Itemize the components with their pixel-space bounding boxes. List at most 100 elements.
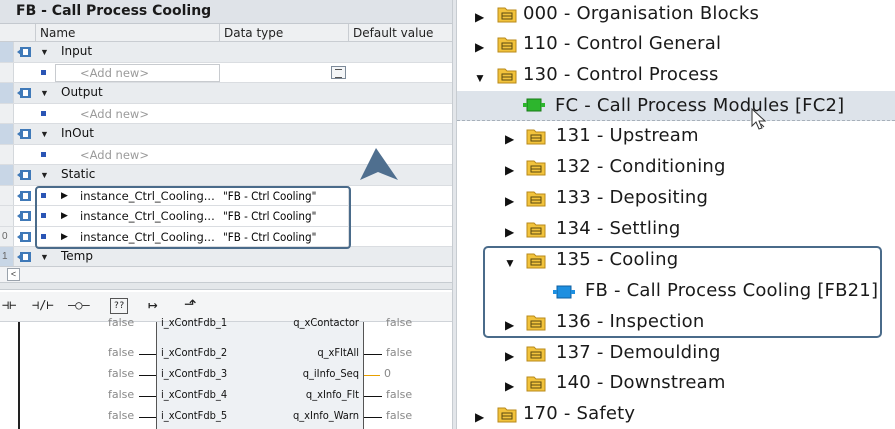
interface-icon xyxy=(17,170,31,180)
expand-arrow-icon[interactable]: ▶ xyxy=(505,132,514,146)
expand-arrow-icon[interactable]: ▶ xyxy=(475,410,484,424)
input-value[interactable]: false xyxy=(108,346,134,359)
folder-icon xyxy=(497,68,517,84)
output-value[interactable]: false xyxy=(386,316,412,329)
datatype-picker-button[interactable] xyxy=(331,65,346,79)
tree-item-fc-call-process-modules[interactable]: FC - Call Process Modules [FC2] xyxy=(457,91,895,121)
row-gutter[interactable]: 1 xyxy=(0,247,14,267)
expand-triangle-icon[interactable]: ▼ xyxy=(40,47,49,57)
row-gutter[interactable] xyxy=(0,185,14,205)
expand-arrow-icon[interactable]: ▶ xyxy=(505,349,514,363)
expand-arrow-icon[interactable]: ▶ xyxy=(505,225,514,239)
expand-arrow-icon[interactable]: ▶ xyxy=(475,10,484,24)
row-gutter[interactable] xyxy=(0,206,14,226)
output-value[interactable]: false xyxy=(386,346,412,359)
nc-contact-button[interactable]: ⊣/⊢ xyxy=(32,298,54,316)
section-label: Temp xyxy=(61,249,93,263)
expand-arrow-icon[interactable]: ▶ xyxy=(505,194,514,208)
input-value[interactable]: false xyxy=(108,388,134,401)
close-branch-button[interactable]: ⬏ xyxy=(184,295,197,313)
expand-triangle-icon[interactable]: ▼ xyxy=(40,170,49,180)
expand-triangle-icon[interactable]: ▼ xyxy=(40,88,49,98)
folder-icon xyxy=(526,129,546,145)
table-row-inout[interactable]: ▼ InOut xyxy=(0,124,452,145)
empty-box-button[interactable]: ?? xyxy=(110,298,128,314)
column-header-default[interactable]: Default value xyxy=(349,24,452,42)
open-branch-button[interactable]: ↦ xyxy=(148,295,158,314)
table-row-addnew[interactable]: <Add new> xyxy=(0,62,452,83)
tree-item-label: 134 - Settling xyxy=(556,218,681,239)
input-pin: i_xContFdb_3 xyxy=(161,367,228,380)
tree-item-label: 131 - Upstream xyxy=(556,125,699,146)
pane-splitter[interactable] xyxy=(0,282,452,290)
input-wire xyxy=(139,354,156,355)
interface-icon xyxy=(17,47,31,57)
output-wire xyxy=(364,375,380,376)
interface-icon xyxy=(17,129,31,139)
tree-item-label: 110 - Control General xyxy=(523,33,722,54)
input-pin: i_xContFdb_1 xyxy=(161,316,228,329)
coil-button[interactable]: –○– xyxy=(68,298,90,316)
tree-item-label: 170 - Safety xyxy=(523,403,636,424)
scroll-left-button[interactable]: < xyxy=(7,268,20,281)
tree-item-control-general[interactable]: ▶ 110 - Control General xyxy=(457,31,895,59)
section-label: Output xyxy=(61,85,103,99)
expand-arrow-icon[interactable]: ▶ xyxy=(505,379,514,393)
tree-item-safety[interactable]: ▶ 170 - Safety xyxy=(457,401,895,429)
row-gutter[interactable] xyxy=(0,144,14,164)
variable-icon xyxy=(41,69,46,75)
row-gutter[interactable] xyxy=(0,103,14,123)
table-row-temp[interactable]: 1 ▼ Temp xyxy=(0,247,452,268)
horizontal-scrollbar[interactable]: < xyxy=(0,266,452,282)
block-title: FB - Call Process Cooling xyxy=(16,3,212,19)
expand-triangle-icon[interactable]: ▼ xyxy=(40,129,49,139)
output-pin: q_xInfo_Warn xyxy=(292,409,359,422)
column-header-datatype[interactable]: Data type xyxy=(220,24,349,42)
input-value[interactable]: false xyxy=(108,367,134,380)
table-row-input[interactable]: ▼ Input xyxy=(0,42,452,63)
row-gutter[interactable] xyxy=(0,42,14,62)
row-gutter[interactable] xyxy=(0,165,14,185)
output-value[interactable]: false xyxy=(386,388,412,401)
input-pin: i_xContFdb_5 xyxy=(161,409,228,422)
row-gutter[interactable] xyxy=(0,124,14,144)
interface-icon xyxy=(17,252,31,262)
mouse-cursor-icon xyxy=(751,108,767,130)
input-value[interactable]: false xyxy=(108,409,134,422)
input-pin: i_xContFdb_2 xyxy=(161,346,228,359)
table-row-output[interactable]: ▼ Output xyxy=(0,83,452,104)
output-value: false xyxy=(386,409,413,422)
row-gutter[interactable]: 0 xyxy=(0,226,14,246)
collapse-arrow-icon[interactable]: ▼ xyxy=(474,71,486,85)
input-pin: i_xContFdb_4 xyxy=(161,388,228,401)
addnew-placeholder[interactable]: <Add new> xyxy=(80,107,149,121)
tree-item-depositing[interactable]: ▶ 133 - Depositing xyxy=(457,185,895,213)
input-value[interactable]: false xyxy=(108,316,134,329)
column-header-name[interactable]: Name xyxy=(36,24,220,42)
fc-block-icon xyxy=(523,98,545,112)
output-value[interactable]: 0 xyxy=(384,367,391,380)
tree-item-downstream[interactable]: ▶ 140 - Downstream xyxy=(457,370,895,398)
expand-arrow-icon[interactable]: ▶ xyxy=(505,163,514,177)
fb-call-box[interactable]: i_xContFdb_1 q_xContactor i_xContFdb_2 q… xyxy=(156,316,364,429)
tree-item-conditioning[interactable]: ▶ 132 - Conditioning xyxy=(457,154,895,182)
row-gutter[interactable] xyxy=(0,62,14,82)
expand-arrow-icon[interactable]: ▶ xyxy=(475,40,484,54)
tree-item-upstream[interactable]: ▶ 131 - Upstream xyxy=(457,123,895,151)
tree-item-control-process[interactable]: ▼ 130 - Control Process xyxy=(457,62,895,90)
addnew-placeholder[interactable]: <Add new> xyxy=(80,66,149,80)
power-rail xyxy=(18,322,20,429)
tree-item-demoulding[interactable]: ▶ 137 - Demoulding xyxy=(457,340,895,368)
expand-triangle-icon[interactable]: ▼ xyxy=(40,252,49,262)
folder-icon xyxy=(526,222,546,238)
tree-item-organisation-blocks[interactable]: ▶ 000 - Organisation Blocks xyxy=(457,1,895,29)
header-gutter xyxy=(0,24,36,42)
tree-item-label: FC - Call Process Modules [FC2] xyxy=(555,95,845,116)
tree-item-settling[interactable]: ▶ 134 - Settling xyxy=(457,216,895,244)
output-pin: q_xInfo_Flt xyxy=(305,388,359,401)
addnew-placeholder[interactable]: <Add new> xyxy=(80,148,149,162)
interface-icon xyxy=(17,190,31,201)
no-contact-button[interactable]: ⊣⊢ xyxy=(2,298,16,316)
table-row-addnew[interactable]: <Add new> xyxy=(0,103,452,124)
row-gutter[interactable] xyxy=(0,83,14,103)
